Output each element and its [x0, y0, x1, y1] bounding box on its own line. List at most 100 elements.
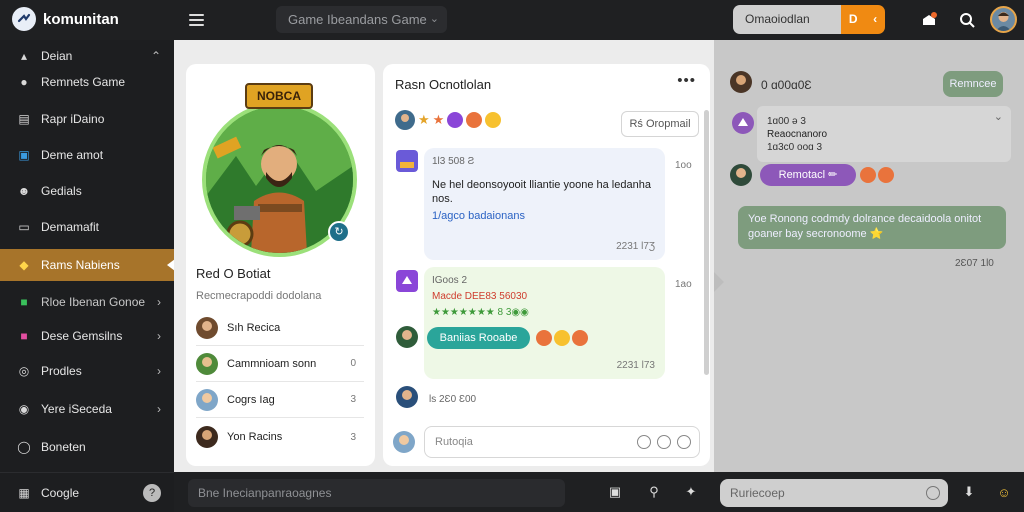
info-card: 1ɑ00 ə 3 Reaocnanoro 1ɑ3c0 ooɑ 3 ⌄ [732, 106, 1011, 162]
chevron-up-icon: ⌃ [150, 49, 161, 63]
emoji-icon[interactable] [657, 435, 671, 449]
bottom-search-input[interactable]: Bne Inecianpanraoagnes [188, 479, 565, 507]
emoji-icon[interactable] [572, 330, 588, 346]
attach-icon[interactable] [637, 435, 651, 449]
sidebar-item-label: Deme amot [41, 148, 104, 162]
sidebar-item-label: Demamafit [41, 220, 100, 234]
chat-avatar [395, 110, 415, 130]
sidebar-item-gedials[interactable]: ☻ Gedials [0, 175, 174, 207]
message-side-time: 1ao [675, 279, 692, 290]
emoji-icon[interactable] [536, 330, 552, 346]
chat-avatar [393, 431, 415, 453]
book-icon: ▤ [18, 112, 30, 126]
back-arrow-icon: ‹ [873, 12, 878, 26]
gamepad-icon[interactable]: ✦ [682, 483, 700, 501]
sidebar-item-boneten[interactable]: ◯ Boneten [0, 431, 174, 463]
chevron-right-icon: › [157, 364, 161, 378]
globe-icon: ◉ [18, 402, 30, 416]
reaction-emojis [860, 167, 894, 183]
info-line: Reaocnanoro [767, 129, 828, 140]
app-icon [732, 112, 754, 134]
account-pill-action[interactable]: D ‹ [841, 5, 885, 34]
refresh-icon[interactable]: ↻ [328, 221, 350, 243]
reaction-pill[interactable]: Remotacl ✏ [760, 164, 856, 186]
emoji-icon[interactable] [878, 167, 894, 183]
member-name: Cogrs Iag [227, 393, 275, 406]
sidebar-item-deme-amot[interactable]: ▣ Deme amot [0, 139, 174, 171]
message-highlight: Macde DEE83 56030 [432, 291, 528, 302]
chevron-right-icon: › [157, 329, 161, 343]
emoji-icon[interactable] [554, 330, 570, 346]
notifications-icon[interactable] [918, 9, 940, 31]
smile-icon[interactable]: ☺ [995, 483, 1013, 501]
contact-name: 0 ɑ00ɑ0Ɛ [761, 78, 812, 92]
sidebar-item-rloe-ibenan[interactable]: ■ Rloe Ibenan Gonoe › [0, 286, 174, 318]
more-options-icon[interactable]: ••• [677, 72, 696, 89]
search-icon[interactable] [956, 9, 978, 31]
member-row[interactable]: Cammnioam sonn 0 [196, 346, 364, 382]
sidebar-item-dese-gemsilns[interactable]: ■ Dese Gemsilns › [0, 320, 174, 352]
profile-banner: NOBCA [245, 83, 313, 109]
location-icon: ● [20, 75, 28, 89]
send-message-button[interactable]: Rś Oropmail [621, 111, 699, 137]
contact-avatar [730, 164, 752, 186]
top-bar: komunitan Game Ibeandans Game ⌄ Omaoiodl… [0, 0, 1024, 40]
info-line: 1ɑ00 ə 3 [767, 116, 806, 127]
sidebar-item-deian[interactable]: ▴ Deian ⌃ [0, 44, 174, 68]
reaction-row: ★ ★ [395, 110, 502, 130]
sidebar-item-label: Deian [41, 49, 73, 63]
member-avatar [196, 352, 218, 375]
chat-scrollbar[interactable] [704, 110, 709, 375]
member-row[interactable]: Sıh Recica [196, 310, 364, 346]
message-bubble: IGoos 2 Macde DEE83 56030 ★★★★★★★ 8 3◉◉ … [424, 267, 665, 379]
member-avatar [196, 388, 218, 411]
image-icon[interactable]: ▣ [606, 483, 624, 501]
sidebar-item-rapr-idaino[interactable]: ▤ Rapr iDaino [0, 103, 174, 135]
message-side-time: 1oo [675, 160, 692, 171]
smile-emoji-icon[interactable] [466, 112, 483, 128]
game-icon: ◆ [19, 258, 29, 272]
member-row[interactable]: Cogrs Iag 3 [196, 382, 364, 418]
account-pill-label: Omaoiodlan [733, 5, 841, 34]
chat-avatar [396, 386, 418, 408]
help-icon[interactable]: ? [143, 484, 161, 502]
search-icon[interactable]: ⚲ [645, 483, 663, 501]
bottom-bar: Bne Inecianpanraoagnes ▣ ⚲ ✦ Ruriecoep ⬇… [174, 472, 1024, 512]
menu-toggle-icon[interactable] [186, 9, 208, 31]
collapse-handle[interactable] [714, 272, 724, 292]
sticker-icon[interactable] [677, 435, 691, 449]
member-name: Yon Racins [227, 431, 283, 443]
sidebar-item-prodles[interactable]: ◎ Prodles › [0, 355, 174, 387]
message-action-button[interactable]: Baniias Rooabe [427, 327, 530, 349]
emoji-icon[interactable] [926, 486, 940, 500]
quick-reply-placeholder: Ruriecoep [730, 486, 785, 500]
profile-subtitle: Recmecrapoddi dodolana [196, 290, 322, 302]
sidebar-item-rams-nabiens[interactable]: ◆ Rams Nabiens [0, 249, 175, 281]
sidebar-item-yere-iseceda[interactable]: ◉ Yere iSeceda › [0, 393, 174, 425]
sidebar-item-label: Yere iSeceda [41, 402, 112, 416]
user-avatar[interactable] [990, 6, 1017, 33]
account-pill[interactable]: Omaoiodlan D ‹ [733, 5, 885, 34]
main-area: NOBCA ↻ Red O Botiat Recmecrapoddi dodol… [174, 40, 714, 472]
sidebar-item-remnets-game[interactable]: ● Remnets Game [0, 68, 174, 96]
sidebar-item-label: Prodles [41, 364, 82, 378]
download-icon[interactable]: ⬇ [960, 483, 978, 501]
app-icon [396, 150, 418, 172]
smile-emoji-icon[interactable] [485, 112, 502, 128]
game-select[interactable]: Game Ibeandans Game ⌄ [276, 6, 447, 33]
brand[interactable]: komunitan [12, 7, 119, 31]
sidebar-item-label: Remnets Game [41, 75, 126, 89]
sidebar: ▴ Deian ⌃ ● Remnets Game ▤ Rapr iDaino ▣… [0, 40, 175, 472]
message-text: Ne hel deonsoyooit lliantie yoone ha led… [432, 179, 651, 205]
badge-icon [447, 112, 464, 128]
message-link[interactable]: 1/agco badaionans [432, 210, 525, 222]
quick-reply-input[interactable]: Ruriecoep [720, 479, 948, 507]
member-row[interactable]: Yon Racins 3 [196, 419, 364, 455]
shield-icon: ▴ [20, 49, 28, 63]
contact-action-button[interactable]: Remncee [943, 71, 1003, 97]
sidebar-item-label: Rams Nabiens [41, 258, 120, 272]
account-pill-action-label: D [848, 12, 858, 26]
sidebar-item-demamafit[interactable]: ▭ Demamafit [0, 211, 174, 243]
chevron-down-icon[interactable]: ⌄ [994, 110, 1003, 123]
emoji-icon[interactable] [860, 167, 876, 183]
